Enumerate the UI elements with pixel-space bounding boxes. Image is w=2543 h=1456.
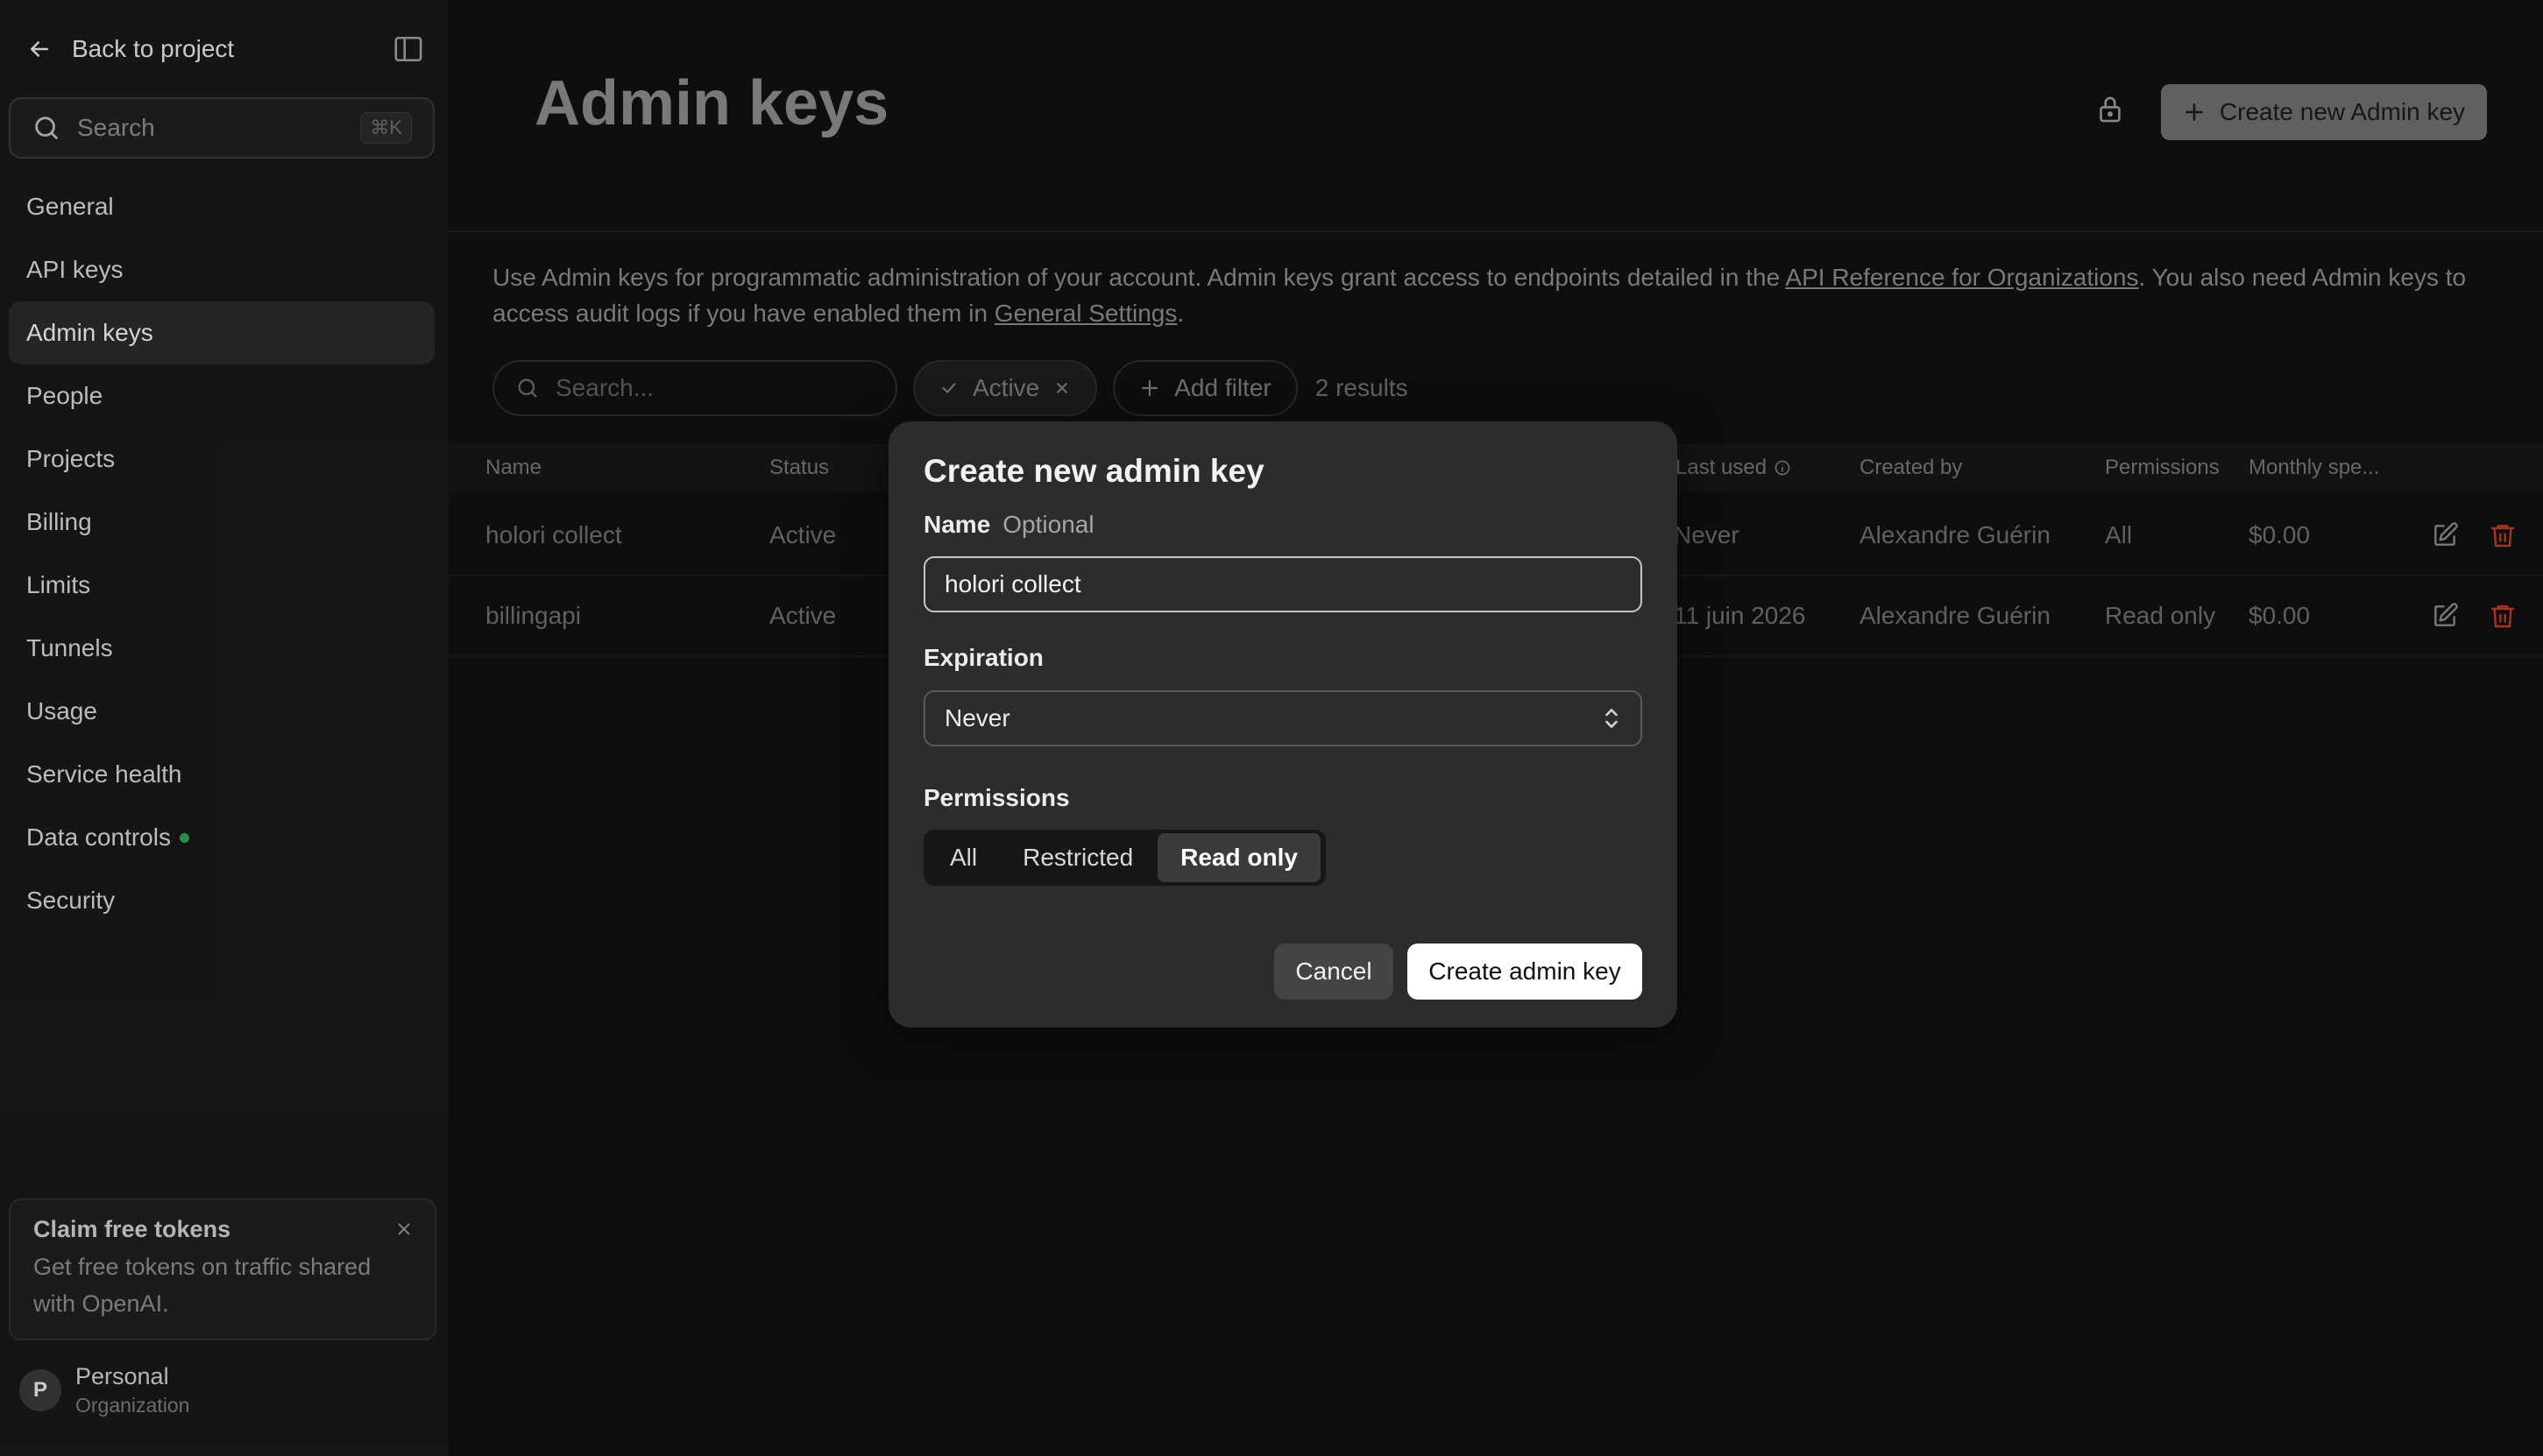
name-field-label: Name Optional [924, 511, 1094, 539]
permissions-label: Permissions [924, 784, 1070, 811]
optional-hint: Optional [1002, 511, 1094, 538]
dialog-title: Create new admin key [924, 453, 1264, 489]
create-admin-key-dialog: Create new admin key Name Optional Expira… [889, 421, 1677, 1028]
permission-option-restricted[interactable]: Restricted [1000, 833, 1156, 882]
permission-option-read-only[interactable]: Read only [1156, 831, 1322, 884]
expiration-select[interactable]: Never [924, 690, 1642, 746]
chevron-updown-icon [1602, 705, 1621, 732]
name-label: Name [924, 511, 991, 538]
cancel-button[interactable]: Cancel [1274, 944, 1393, 1000]
expiration-value: Never [945, 704, 1010, 732]
create-admin-key-button[interactable]: Create admin key [1407, 944, 1642, 1000]
expiration-label: Expiration [924, 644, 1044, 671]
permissions-segmented-control: All Restricted Read only [924, 830, 1326, 886]
permission-option-all[interactable]: All [927, 833, 1000, 882]
name-input[interactable] [924, 556, 1642, 612]
